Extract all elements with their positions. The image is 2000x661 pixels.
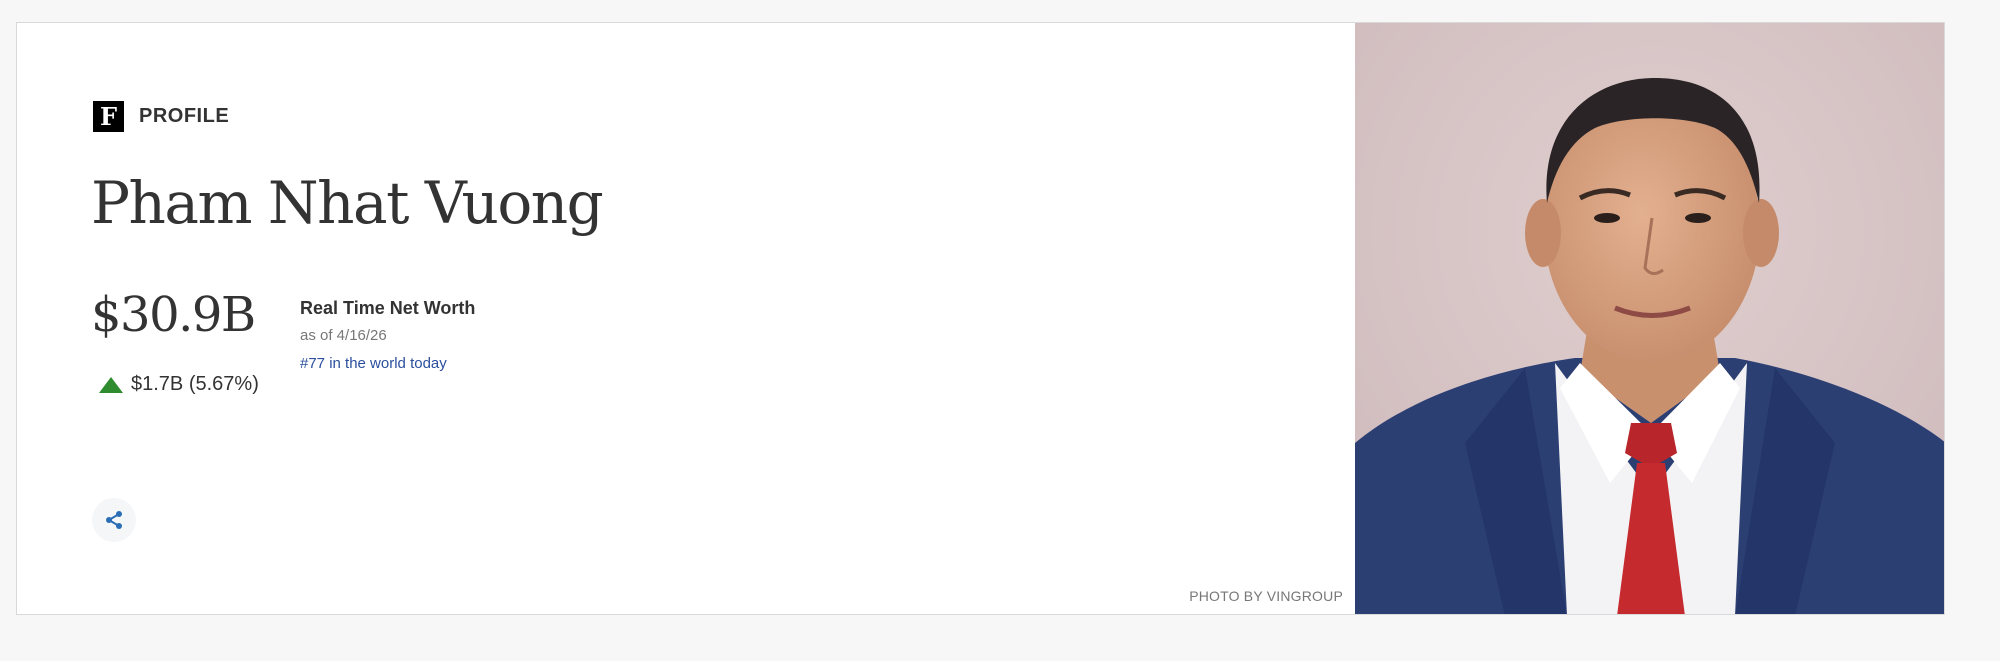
profile-header: F PROFILE — [93, 101, 229, 132]
forbes-logo-letter: F — [99, 101, 118, 131]
net-worth-change-text: $1.7B (5.67%) — [131, 373, 259, 395]
net-worth-change: $1.7B (5.67%) — [99, 373, 259, 396]
section-label: PROFILE — [139, 105, 230, 127]
as-of-date: as of 4/16/26 — [300, 327, 387, 344]
photo-credit: PHOTO BY VINGROUP — [1189, 588, 1343, 604]
profile-info-panel: F PROFILE Pham Nhat Vuong $30.9B $1.7B (… — [17, 23, 1355, 614]
real-time-net-worth-block: Real Time Net Worth as of 4/16/26 #77 in… — [300, 298, 475, 372]
world-rank-link[interactable]: #77 in the world today — [300, 355, 475, 372]
up-arrow-icon — [99, 376, 123, 393]
real-time-net-worth-label: Real Time Net Worth — [300, 298, 476, 318]
forbes-logo-icon: F — [93, 101, 124, 132]
profile-card: F PROFILE Pham Nhat Vuong $30.9B $1.7B (… — [16, 22, 1945, 615]
portrait-illustration — [1355, 23, 1944, 614]
share-button[interactable] — [92, 498, 136, 542]
share-icon — [106, 511, 122, 529]
net-worth-value: $30.9B — [91, 287, 256, 343]
profile-photo — [1355, 23, 1944, 614]
person-name: Pham Nhat Vuong — [91, 169, 604, 237]
